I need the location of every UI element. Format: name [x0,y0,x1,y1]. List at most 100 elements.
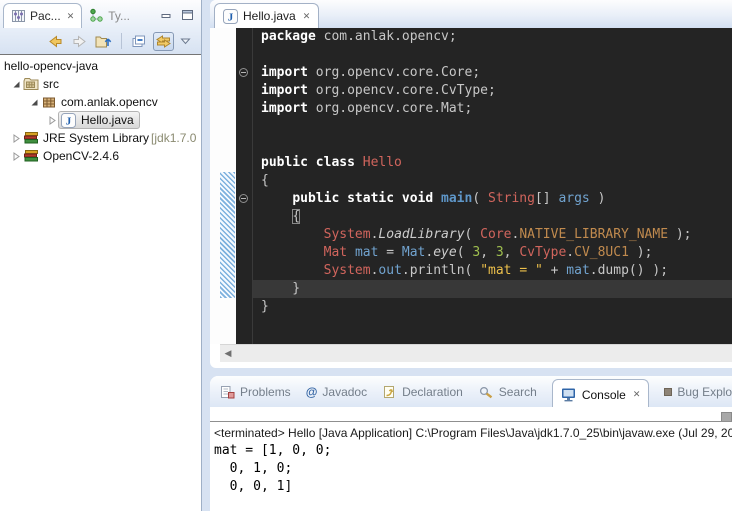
code-line-7 [253,136,732,154]
close-icon[interactable]: ✕ [631,390,641,399]
scroll-left-arrow-icon[interactable]: ◀ [220,348,236,359]
console-tab-declaration[interactable]: Declaration [382,385,463,399]
tree-item-label: OpenCV-2.4.6 [41,149,121,163]
code-text-area[interactable]: package com.anlak.opencv; import org.open… [252,28,732,344]
tree-item-com-anlak-opencv[interactable]: com.anlak.opencv [0,93,201,111]
back-button[interactable] [46,33,65,50]
tree-item-opencv-2-4-6[interactable]: OpenCV-2.4.6 [0,147,201,165]
tree-item-label: com.anlak.opencv [59,95,160,109]
annotation-ruler[interactable] [210,28,220,344]
tree-collapsed-arrow-icon[interactable] [46,114,58,126]
code-token: CvType [519,245,566,260]
code-line-1: package com.anlak.opencv; [253,28,732,46]
console-tab-label: Search [499,385,537,399]
tree-item-decoration: [jdk1.7.0 [151,131,196,145]
tree-expanded-arrow-icon[interactable] [10,78,22,90]
arrow-right-icon [71,34,88,49]
editor-tab-bar: J Hello.java ✕ [210,0,732,29]
fold-collapse-icon[interactable] [239,68,248,77]
code-line-4: import org.opencv.core.CvType; [253,82,732,100]
code-token: ); [645,263,668,278]
tree-expanded-arrow-icon[interactable] [28,96,40,108]
view-tab-pac[interactable]: Pac... ✕ [3,3,82,28]
search-icon [478,385,494,399]
code-line-14: System.out.println( "mat = " + mat.dump(… [253,262,732,280]
tree-collapsed-arrow-icon[interactable] [10,132,22,144]
view-tab-label: Ty... [108,9,130,23]
arrow-left-icon [47,34,64,49]
project-tree[interactable]: hello-opencv-java src com.anlak.opencv JHel… [0,54,201,511]
code-token: ( [465,227,481,242]
code-token: NATIVE_LIBRARY_NAME [519,227,668,242]
fold-collapse-icon[interactable] [239,194,248,203]
code-token [261,191,292,206]
editor-tab-hello-java[interactable]: J Hello.java ✕ [214,3,319,28]
folding-ruler[interactable] [236,28,252,344]
console-tab-bug-explorer[interactable]: Bug Explorer [664,385,732,399]
code-token [355,155,363,170]
library-icon [22,131,39,145]
console-tab-label: Console [582,388,626,402]
code-token: LoadLibrary [378,227,464,242]
tree-item-label: hello-opencv-java [2,59,100,73]
tree-item-jre-system-library[interactable]: JRE System Library [jdk1.7.0 [0,129,201,147]
code-token: Mat [402,245,425,260]
tree-item-content: JRE System Library [jdk1.7.0 [22,131,196,145]
console-panel: Problems @Javadoc Declaration Search Console… [210,376,732,511]
code-token: String [488,191,535,206]
console-text-area[interactable]: <terminated> Hello [Java Application] C:… [210,421,732,511]
tree-collapsed-arrow-icon[interactable] [10,150,22,162]
code-token: Core [480,227,511,242]
tree-item-content: com.anlak.opencv [40,95,160,109]
code-line-15: } [253,280,732,298]
close-icon[interactable]: ✕ [65,12,75,21]
type-hierarchy-icon [89,8,104,23]
code-token [261,209,292,224]
code-token: mat [566,263,589,278]
svg-text:J: J [228,11,234,23]
tree-item-label: JRE System Library [41,131,151,145]
minimize-button[interactable] [161,7,172,25]
tree-item-hello-opencv-java[interactable]: hello-opencv-java [0,57,201,75]
console-tab-search[interactable]: Search [478,385,537,399]
collapse-all-button[interactable] [130,33,148,50]
view-tab-label: Pac... [30,9,61,23]
problems-icon [220,385,235,399]
code-token: mat [355,245,378,260]
code-token: ( [457,245,473,260]
tree-item-hello-java[interactable]: JHello.java [0,111,201,129]
code-token: } [261,281,300,296]
console-tab-javadoc[interactable]: @Javadoc [306,385,367,399]
collapse-all-icon [131,34,147,49]
code-token: args [558,191,589,206]
code-line-2 [253,46,732,64]
code-token: org.opencv.core.CvType; [308,83,496,98]
console-tab-label: Problems [240,385,291,399]
link-with-editor-button[interactable] [153,32,174,51]
maximize-button[interactable] [182,7,193,25]
code-token: eye [433,245,456,260]
code-line-13: Mat mat = Mat.eye( 3, 3, CvType.CV_8UC1 … [253,244,732,262]
console-tab-label: Javadoc [322,385,367,399]
code-token: public class [261,155,355,170]
console-icon [561,388,577,402]
tree-item-content: src [22,77,61,91]
view-tab-ty[interactable]: Ty... [82,3,137,28]
editor-horizontal-scrollbar[interactable]: ◀ [220,344,732,362]
console-tab-problems[interactable]: Problems [220,385,291,399]
console-process-header: <terminated> Hello [Java Application] C:… [210,422,732,442]
code-token: = [378,245,401,260]
console-tab-label: Declaration [402,385,463,399]
forward-button[interactable] [70,33,89,50]
code-token: { [292,209,300,224]
library-icon [22,149,39,163]
up-button[interactable] [94,33,113,50]
close-icon[interactable]: ✕ [301,12,311,21]
view-menu-button[interactable] [179,36,192,46]
tree-selection: JHello.java [58,111,140,129]
maximize-icon [182,10,193,20]
console-tab-console[interactable]: Console ✕ [552,379,650,408]
tree-item-src[interactable]: src [0,75,201,93]
code-token [261,227,324,242]
code-token: { [261,173,269,188]
